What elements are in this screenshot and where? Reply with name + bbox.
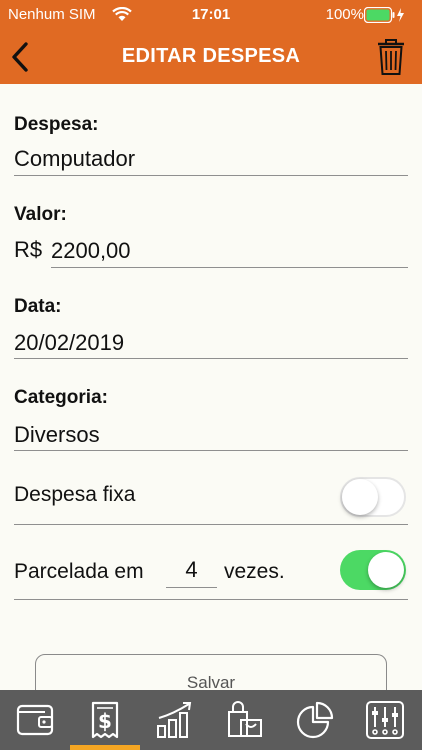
tab-reports[interactable] [140, 690, 210, 750]
tab-wallet[interactable] [0, 690, 70, 750]
bill-icon: $ [91, 701, 119, 739]
data-input[interactable]: 20/02/2019 [14, 330, 124, 356]
parcelada-toggle[interactable] [340, 550, 406, 590]
tab-bar: $ [0, 690, 422, 750]
page-title: EDITAR DESPESA [121, 45, 301, 67]
parcelas-input[interactable]: 4 [166, 557, 217, 583]
categoria-input[interactable]: Diversos [14, 422, 100, 448]
data-label: Data: [14, 296, 62, 317]
battery-percentage: 100% [325, 6, 364, 23]
shopping-bags-icon [228, 701, 262, 737]
despesa-underline [14, 175, 408, 176]
despesa-input[interactable]: Computador [14, 146, 135, 172]
valor-label: Valor: [14, 204, 67, 225]
nav-bar: EDITAR DESPESA [0, 30, 422, 84]
currency-symbol: R$ [14, 237, 43, 262]
sliders-icon [366, 701, 404, 739]
parcelas-underline [166, 587, 217, 588]
tab-settings[interactable] [350, 690, 420, 750]
parcelada-divider [14, 599, 408, 600]
tab-active-indicator [70, 745, 140, 750]
wallet-icon [16, 704, 54, 736]
toggle-knob [342, 479, 378, 515]
categoria-underline [14, 450, 408, 451]
tab-statistics[interactable] [280, 690, 350, 750]
despesa-label: Despesa: [14, 114, 99, 135]
battery-charging-icon [364, 7, 404, 23]
despesa-fixa-label: Despesa fixa [14, 483, 136, 506]
despesa-fixa-toggle[interactable] [340, 477, 406, 517]
categoria-label: Categoria: [14, 387, 108, 408]
svg-text:$: $ [98, 709, 112, 733]
parcelada-prefix: Parcelada em [14, 560, 144, 583]
trash-icon[interactable] [376, 38, 406, 76]
toggle-knob [368, 552, 404, 588]
tab-bills[interactable]: $ [70, 690, 140, 750]
growth-chart-icon [157, 702, 192, 738]
tab-shopping[interactable] [210, 690, 280, 750]
pie-chart-icon [296, 701, 334, 739]
valor-underline [51, 267, 408, 268]
parcelada-suffix: vezes. [224, 560, 285, 583]
data-underline [14, 358, 408, 359]
fixa-divider [14, 524, 408, 525]
status-bar: Nenhum SIM 17:01 100% [0, 0, 422, 30]
valor-input[interactable]: 2200,00 [51, 238, 131, 264]
